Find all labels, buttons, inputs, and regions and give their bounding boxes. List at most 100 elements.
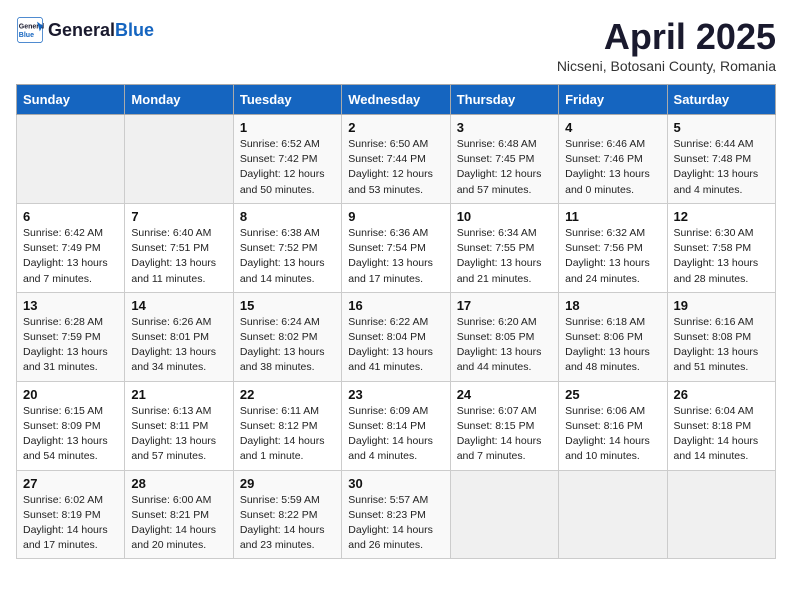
- day-info: Sunrise: 6:44 AMSunset: 7:48 PMDaylight:…: [674, 137, 769, 198]
- day-info: Sunrise: 6:15 AMSunset: 8:09 PMDaylight:…: [23, 404, 118, 465]
- day-cell: 8 Sunrise: 6:38 AMSunset: 7:52 PMDaylight…: [233, 203, 341, 292]
- day-info: Sunrise: 6:00 AMSunset: 8:21 PMDaylight:…: [131, 493, 226, 554]
- day-number: 11: [565, 209, 660, 224]
- day-cell: 9 Sunrise: 6:36 AMSunset: 7:54 PMDaylight…: [342, 203, 450, 292]
- day-cell: 16Sunrise: 6:22 AMSunset: 8:04 PMDayligh…: [342, 292, 450, 381]
- title-area: April 2025 Nicseni, Botosani County, Rom…: [557, 16, 776, 74]
- day-cell: 22Sunrise: 6:11 AMSunset: 8:12 PMDayligh…: [233, 381, 341, 470]
- day-info: Sunrise: 6:32 AMSunset: 7:56 PMDaylight:…: [565, 226, 660, 287]
- day-number: 27: [23, 476, 118, 491]
- day-number: 15: [240, 298, 335, 313]
- day-cell: [17, 115, 125, 204]
- day-number: 24: [457, 387, 552, 402]
- day-cell: 25Sunrise: 6:06 AMSunset: 8:16 PMDayligh…: [559, 381, 667, 470]
- day-info: Sunrise: 6:18 AMSunset: 8:06 PMDaylight:…: [565, 315, 660, 376]
- day-cell: [450, 470, 558, 559]
- day-info: Sunrise: 6:16 AMSunset: 8:08 PMDaylight:…: [674, 315, 769, 376]
- calendar-body: 1Sunrise: 6:52 AMSunset: 7:42 PMDaylight…: [17, 115, 776, 559]
- day-cell: 29 Sunrise: 5:59 AMSunset: 8:22 PMDayligh…: [233, 470, 341, 559]
- day-info: Sunrise: 6:06 AMSunset: 8:16 PMDaylight:…: [565, 404, 660, 465]
- day-number: 4: [565, 120, 660, 135]
- day-cell: 28 Sunrise: 6:00 AMSunset: 8:21 PMDayligh…: [125, 470, 233, 559]
- day-number: 21: [131, 387, 226, 402]
- col-header-saturday: Saturday: [667, 85, 775, 115]
- header: General Blue GeneralBlue April 2025 Nics…: [16, 16, 776, 74]
- day-cell: 19Sunrise: 6:16 AMSunset: 8:08 PMDayligh…: [667, 292, 775, 381]
- day-cell: 7 Sunrise: 6:40 AMSunset: 7:51 PMDaylight…: [125, 203, 233, 292]
- day-info: Sunrise: 6:40 AMSunset: 7:51 PMDaylight:…: [131, 226, 226, 287]
- day-cell: 14 Sunrise: 6:26 AMSunset: 8:01 PMDayligh…: [125, 292, 233, 381]
- col-header-sunday: Sunday: [17, 85, 125, 115]
- day-info: Sunrise: 6:02 AMSunset: 8:19 PMDaylight:…: [23, 493, 118, 554]
- week-row-3: 20 Sunrise: 6:15 AMSunset: 8:09 PMDayligh…: [17, 381, 776, 470]
- day-number: 30: [348, 476, 443, 491]
- day-number: 1: [240, 120, 335, 135]
- logo-general: General: [48, 20, 115, 41]
- day-number: 26: [674, 387, 769, 402]
- col-header-tuesday: Tuesday: [233, 85, 341, 115]
- day-info: Sunrise: 6:46 AMSunset: 7:46 PMDaylight:…: [565, 137, 660, 198]
- day-number: 5: [674, 120, 769, 135]
- day-cell: 3Sunrise: 6:48 AMSunset: 7:45 PMDaylight…: [450, 115, 558, 204]
- day-number: 28: [131, 476, 226, 491]
- week-row-0: 1Sunrise: 6:52 AMSunset: 7:42 PMDaylight…: [17, 115, 776, 204]
- day-info: Sunrise: 6:50 AMSunset: 7:44 PMDaylight:…: [348, 137, 443, 198]
- day-info: Sunrise: 6:26 AMSunset: 8:01 PMDaylight:…: [131, 315, 226, 376]
- day-info: Sunrise: 6:20 AMSunset: 8:05 PMDaylight:…: [457, 315, 552, 376]
- day-cell: 30Sunrise: 5:57 AMSunset: 8:23 PMDayligh…: [342, 470, 450, 559]
- day-number: 18: [565, 298, 660, 313]
- day-cell: 10 Sunrise: 6:34 AMSunset: 7:55 PMDayligh…: [450, 203, 558, 292]
- day-cell: 6 Sunrise: 6:42 AMSunset: 7:49 PMDaylight…: [17, 203, 125, 292]
- day-number: 14: [131, 298, 226, 313]
- day-cell: 5 Sunrise: 6:44 AMSunset: 7:48 PMDaylight…: [667, 115, 775, 204]
- day-number: 8: [240, 209, 335, 224]
- day-number: 10: [457, 209, 552, 224]
- day-number: 9: [348, 209, 443, 224]
- day-cell: [559, 470, 667, 559]
- day-cell: 1Sunrise: 6:52 AMSunset: 7:42 PMDaylight…: [233, 115, 341, 204]
- day-number: 3: [457, 120, 552, 135]
- col-header-wednesday: Wednesday: [342, 85, 450, 115]
- day-info: Sunrise: 6:24 AMSunset: 8:02 PMDaylight:…: [240, 315, 335, 376]
- day-number: 29: [240, 476, 335, 491]
- day-info: Sunrise: 6:09 AMSunset: 8:14 PMDaylight:…: [348, 404, 443, 465]
- day-number: 13: [23, 298, 118, 313]
- day-cell: [125, 115, 233, 204]
- day-cell: 21 Sunrise: 6:13 AMSunset: 8:11 PMDayligh…: [125, 381, 233, 470]
- col-header-monday: Monday: [125, 85, 233, 115]
- logo: General Blue GeneralBlue: [16, 16, 154, 44]
- logo-blue: Blue: [115, 20, 154, 41]
- day-cell: 15 Sunrise: 6:24 AMSunset: 8:02 PMDayligh…: [233, 292, 341, 381]
- day-info: Sunrise: 6:07 AMSunset: 8:15 PMDaylight:…: [457, 404, 552, 465]
- day-number: 23: [348, 387, 443, 402]
- day-cell: 24 Sunrise: 6:07 AMSunset: 8:15 PMDayligh…: [450, 381, 558, 470]
- day-info: Sunrise: 6:34 AMSunset: 7:55 PMDaylight:…: [457, 226, 552, 287]
- week-row-2: 13 Sunrise: 6:28 AMSunset: 7:59 PMDayligh…: [17, 292, 776, 381]
- day-cell: 4 Sunrise: 6:46 AMSunset: 7:46 PMDaylight…: [559, 115, 667, 204]
- day-cell: 18 Sunrise: 6:18 AMSunset: 8:06 PMDayligh…: [559, 292, 667, 381]
- header-row: SundayMondayTuesdayWednesdayThursdayFrid…: [17, 85, 776, 115]
- day-cell: 2 Sunrise: 6:50 AMSunset: 7:44 PMDaylight…: [342, 115, 450, 204]
- day-info: Sunrise: 6:13 AMSunset: 8:11 PMDaylight:…: [131, 404, 226, 465]
- day-cell: 17 Sunrise: 6:20 AMSunset: 8:05 PMDayligh…: [450, 292, 558, 381]
- day-info: Sunrise: 6:38 AMSunset: 7:52 PMDaylight:…: [240, 226, 335, 287]
- day-cell: 11 Sunrise: 6:32 AMSunset: 7:56 PMDayligh…: [559, 203, 667, 292]
- week-row-1: 6 Sunrise: 6:42 AMSunset: 7:49 PMDaylight…: [17, 203, 776, 292]
- day-info: Sunrise: 6:11 AMSunset: 8:12 PMDaylight:…: [240, 404, 335, 465]
- day-number: 7: [131, 209, 226, 224]
- svg-text:Blue: Blue: [19, 32, 34, 39]
- day-info: Sunrise: 6:36 AMSunset: 7:54 PMDaylight:…: [348, 226, 443, 287]
- day-info: Sunrise: 6:42 AMSunset: 7:49 PMDaylight:…: [23, 226, 118, 287]
- day-info: Sunrise: 6:30 AMSunset: 7:58 PMDaylight:…: [674, 226, 769, 287]
- calendar-header: SundayMondayTuesdayWednesdayThursdayFrid…: [17, 85, 776, 115]
- col-header-thursday: Thursday: [450, 85, 558, 115]
- col-header-friday: Friday: [559, 85, 667, 115]
- day-info: Sunrise: 6:28 AMSunset: 7:59 PMDaylight:…: [23, 315, 118, 376]
- day-number: 6: [23, 209, 118, 224]
- day-number: 20: [23, 387, 118, 402]
- day-number: 2: [348, 120, 443, 135]
- day-info: Sunrise: 5:59 AMSunset: 8:22 PMDaylight:…: [240, 493, 335, 554]
- day-number: 17: [457, 298, 552, 313]
- logo-wordmark: GeneralBlue: [48, 20, 154, 41]
- day-number: 12: [674, 209, 769, 224]
